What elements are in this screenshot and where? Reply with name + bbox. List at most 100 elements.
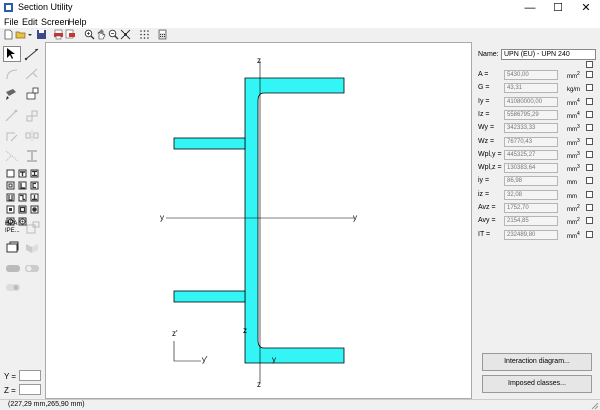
zoom-extents-icon[interactable] — [120, 29, 131, 40]
import-button[interactable] — [4, 240, 22, 256]
property-checkbox[interactable] — [586, 217, 593, 224]
property-checkbox[interactable] — [586, 204, 593, 211]
property-checkbox[interactable] — [586, 98, 593, 105]
hea-ipe-button[interactable]: HEA IPE... — [3, 219, 23, 239]
print-preview-icon[interactable] — [65, 29, 76, 40]
z-axis-bottom-label: z — [257, 380, 261, 389]
menu-bar: File Edit Screen Help — [0, 16, 600, 28]
property-unit-exponent: 4 — [577, 111, 580, 117]
print-icon[interactable] — [53, 29, 64, 40]
app-icon — [4, 3, 13, 12]
close-button[interactable]: ✕ — [572, 0, 600, 16]
toggle-a-button[interactable] — [4, 260, 22, 276]
property-checkbox[interactable] — [586, 84, 593, 91]
property-checkbox[interactable] — [586, 164, 593, 171]
dim-tool-button[interactable] — [23, 66, 41, 82]
property-value: 5430,00 — [504, 70, 558, 80]
grid-icon[interactable] — [139, 29, 150, 40]
drawing-canvas[interactable]: z z y y z y z' y' — [45, 42, 472, 399]
stretch-tool-button[interactable] — [23, 148, 41, 164]
property-unit-text: mm — [567, 234, 577, 240]
move-tool-button[interactable] — [23, 108, 41, 124]
zoom-out-icon[interactable] — [108, 29, 119, 40]
i-section-icon[interactable] — [30, 169, 39, 178]
box-section-icon[interactable] — [6, 181, 15, 190]
menu-screen[interactable]: Screen — [41, 17, 70, 27]
hollow-rect-section-icon[interactable] — [6, 205, 15, 214]
menu-edit[interactable]: Edit — [22, 17, 38, 27]
ipe-label: IPE... — [5, 228, 20, 234]
property-unit-exponent: 2 — [577, 204, 580, 210]
toggle-c-button[interactable] — [4, 279, 22, 295]
property-unit: kg/m — [567, 84, 580, 93]
scale-tool-button[interactable] — [3, 148, 21, 164]
toggle-b-button[interactable] — [23, 260, 41, 276]
rotate-icon — [6, 132, 18, 142]
property-unit: mm2 — [567, 204, 580, 213]
property-checkbox[interactable] — [586, 111, 593, 118]
t-section-icon[interactable] — [18, 169, 27, 178]
property-checkbox[interactable] — [586, 124, 593, 131]
property-unit-text: kg/m — [567, 87, 581, 93]
u-section-icon[interactable] — [30, 181, 39, 190]
lower-plate-shape — [173, 290, 246, 303]
rect-section-icon[interactable] — [6, 169, 15, 178]
arc-tool-icon — [6, 69, 18, 80]
property-value: 32,08 — [504, 190, 558, 200]
property-unit-text: mm — [567, 74, 577, 80]
property-checkbox[interactable] — [586, 191, 593, 198]
profile-db-button[interactable] — [24, 220, 42, 236]
save-icon[interactable] — [36, 29, 47, 40]
property-unit-text: mm — [567, 207, 577, 213]
l-section-icon[interactable] — [18, 181, 27, 190]
property-unit-exponent: 2 — [577, 71, 580, 77]
open-folder-icon[interactable] — [15, 29, 26, 40]
pan-hand-icon[interactable] — [96, 29, 107, 40]
maximize-button[interactable]: ☐ — [544, 0, 572, 16]
property-checkbox[interactable] — [586, 71, 593, 78]
imposed-classes-button[interactable]: Imposed classes... — [482, 375, 592, 393]
arc-tool-button[interactable] — [3, 66, 21, 82]
node-tool-button[interactable] — [3, 108, 21, 124]
property-checkbox[interactable] — [586, 231, 593, 238]
z-section-icon[interactable] — [18, 193, 27, 202]
property-label: Wpl,y = — [478, 151, 502, 158]
property-checkbox[interactable] — [586, 151, 593, 158]
z-coord-field[interactable] — [19, 384, 41, 395]
property-unit-text: mm — [567, 194, 577, 200]
square-section-icon[interactable] — [18, 205, 27, 214]
property-checkbox[interactable] — [586, 138, 593, 145]
export-button[interactable] — [23, 240, 41, 256]
y-coord-field[interactable] — [19, 370, 41, 381]
property-label: Iy = — [478, 98, 490, 105]
zoom-in-icon[interactable] — [84, 29, 95, 40]
resize-grip-icon[interactable] — [591, 402, 599, 410]
chevron-down-icon[interactable] — [27, 29, 33, 40]
t-inverted-section-icon[interactable] — [30, 193, 39, 202]
minimize-button[interactable]: — — [516, 0, 544, 16]
rotate-tool-button[interactable] — [3, 128, 21, 144]
calculator-icon[interactable] — [157, 29, 168, 40]
property-checkbox[interactable] — [586, 177, 593, 184]
fill-button[interactable] — [23, 86, 41, 102]
property-value: 41080000,00 — [504, 97, 558, 107]
interaction-diagram-button[interactable]: Interaction diagram... — [482, 353, 592, 371]
channel-section-icon[interactable] — [6, 193, 15, 202]
mirror-tool-button[interactable] — [23, 128, 41, 144]
paint-button[interactable] — [3, 86, 21, 102]
property-value: 86,98 — [504, 176, 558, 186]
section-name-field[interactable]: UPN (EU) - UPN 240 — [501, 49, 596, 60]
property-unit-exponent: 3 — [577, 138, 580, 144]
select-tool-button[interactable] — [3, 46, 21, 62]
new-file-icon[interactable] — [3, 29, 14, 40]
menu-file[interactable]: File — [4, 17, 19, 27]
menu-help[interactable]: Help — [68, 17, 87, 27]
hea-label: HEA — [5, 221, 18, 227]
toggle-c-icon — [6, 284, 20, 291]
property-value: 5586795,29 — [504, 110, 558, 120]
line-tool-button[interactable] — [23, 46, 41, 62]
circle-section-icon[interactable] — [30, 205, 39, 214]
title-bar: Section Utility — ☐ ✕ — [0, 0, 600, 16]
fill-icon — [26, 87, 39, 100]
name-checkbox[interactable] — [586, 61, 593, 68]
